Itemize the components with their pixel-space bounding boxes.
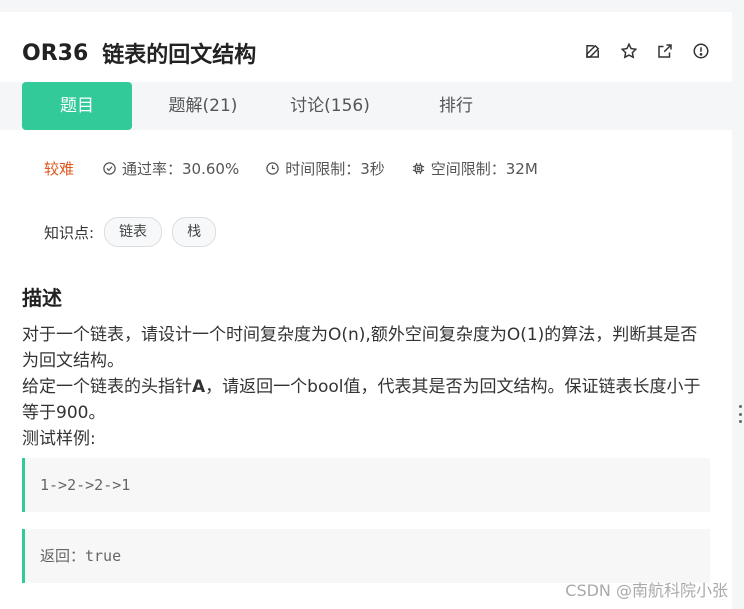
chip-icon [412,162,424,174]
title-row: OR36 链表的回文结构 [22,38,712,68]
check-circle-icon [103,161,116,175]
space-limit-text: 空间限制：32M [430,159,538,178]
edit-icon[interactable] [582,40,604,62]
difficulty-label: 较难 [44,159,75,178]
tab-bar: 题目 题解(21) 讨论(156) 排行 [0,82,732,130]
problem-meta: 较难 通过率：30.60% 时间限制：3秒 空间限制：32M [44,158,564,178]
tab-solutions[interactable]: 题解(21) [148,82,258,130]
time-limit: 时间限制：3秒 [265,158,385,179]
info-icon[interactable] [690,40,712,62]
clock-icon [266,161,279,175]
description-heading: 描述 [22,286,62,310]
pass-rate: 通过率：30.60% [102,158,239,179]
pass-rate-text: 通过率：30.60% [122,159,240,178]
description-line2: 给定一个链表的头指针A，请返回一个bool值，代表其是否为回文结构。保证链表长度… [22,374,714,426]
star-icon[interactable] [618,40,640,62]
tab-discussion[interactable]: 讨论(156) [272,82,388,130]
resize-handle[interactable] [738,405,742,423]
example-output: 返回：true [22,529,710,583]
tag-stack[interactable]: 栈 [172,217,217,247]
description-line2-prefix: 给定一个链表的头指针 [22,377,192,397]
time-limit-text: 时间限制：3秒 [285,159,385,178]
title-actions [582,40,712,62]
description-line3: 测试样例: [22,429,96,449]
knowledge-tags: 知识点: 链表 栈 [44,217,217,247]
share-icon[interactable] [654,40,676,62]
problem-card: OR36 链表的回文结构 题目 题解(21) 讨论(156) 排行 较难 通过率… [0,12,732,609]
description-body: 对于一个链表，请设计一个时间复杂度为O(n),额外空间复杂度为O(1)的算法，判… [22,322,714,452]
knowledge-label: 知识点: [44,223,95,242]
tag-linked-list[interactable]: 链表 [104,217,163,247]
tab-problem[interactable]: 题目 [22,82,132,130]
space-limit: 空间限制：32M [411,158,538,179]
watermark: CSDN @南航科院小张 [565,581,728,600]
description-line2-bold: A [192,377,206,397]
problem-title: 链表的回文结构 [102,43,257,68]
problem-code: OR36 [22,40,89,66]
description-line1: 对于一个链表，请设计一个时间复杂度为O(n),额外空间复杂度为O(1)的算法，判… [22,325,698,371]
example-input: 1->2->2->1 [22,458,710,512]
tab-ranking[interactable]: 排行 [412,82,500,130]
